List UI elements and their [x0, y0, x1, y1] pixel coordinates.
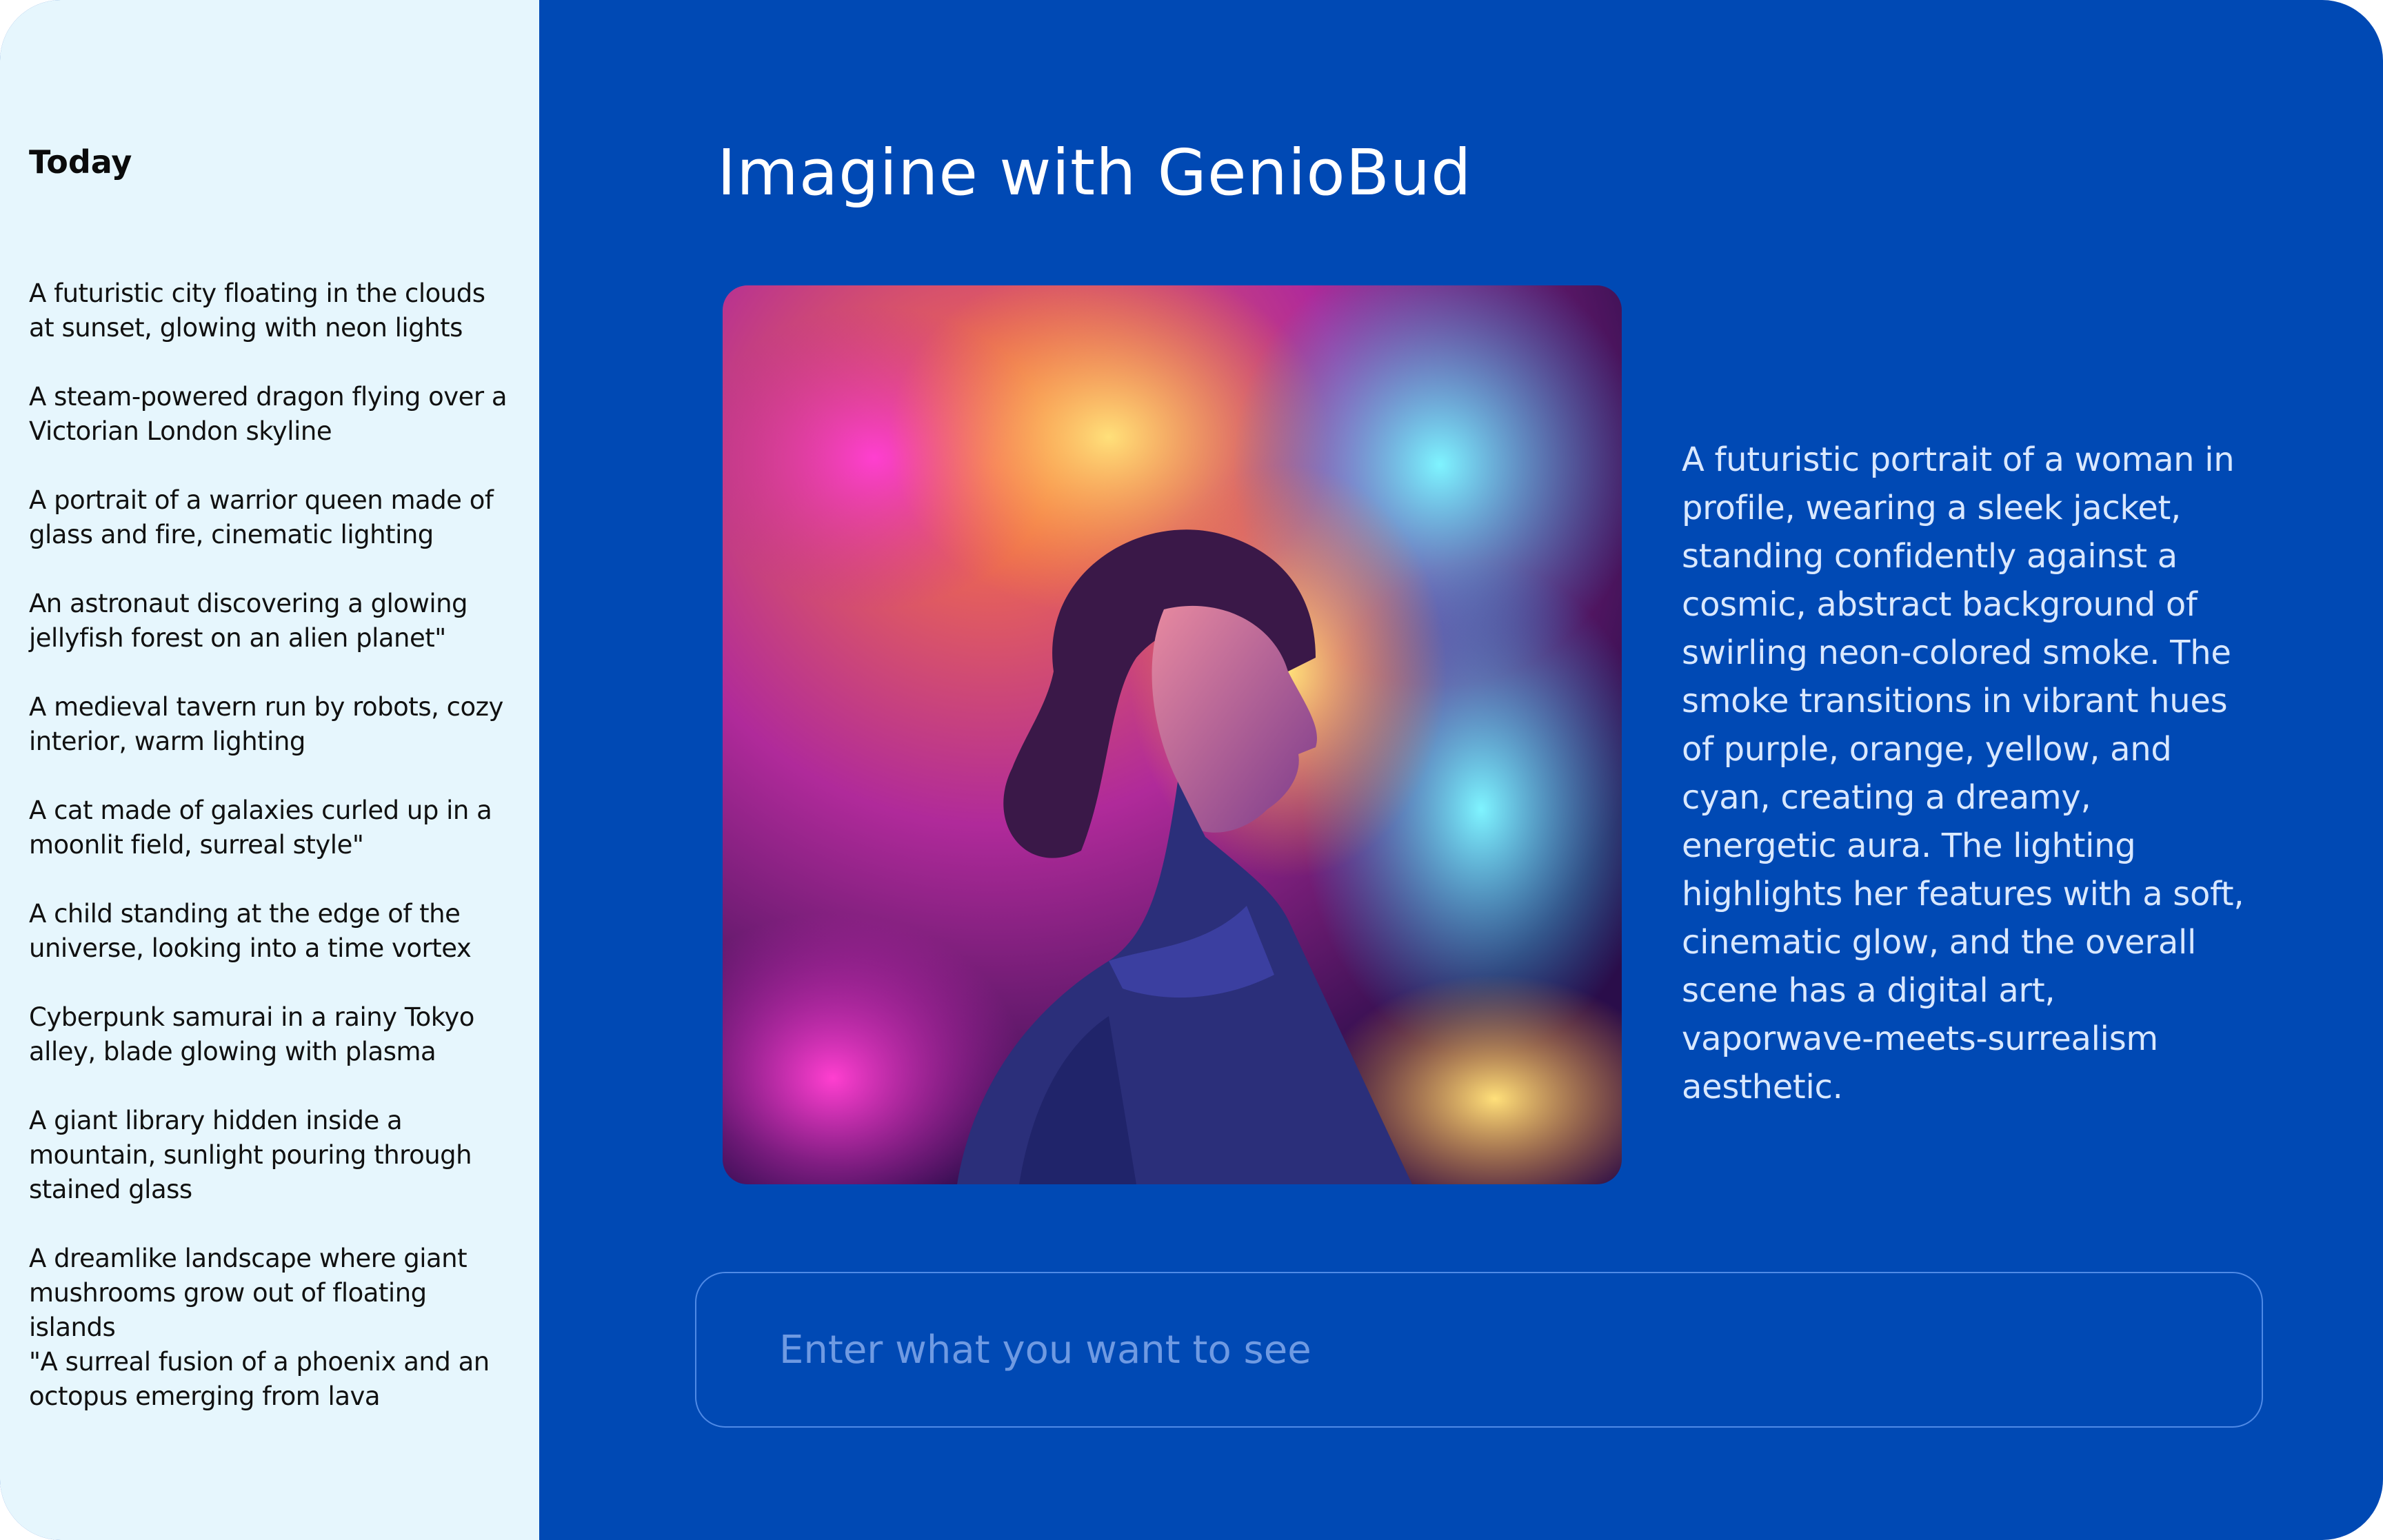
history-item[interactable]: Cyberpunk samurai in a rainy Tokyo alley… [29, 1000, 519, 1069]
image-description: A futuristic portrait of a woman in prof… [1682, 440, 2244, 1106]
portrait-artwork [723, 285, 1622, 1184]
generated-portrait-image[interactable] [723, 285, 1622, 1184]
main-panel: Imagine with GenioBud A futuristic portr… [539, 0, 2383, 1540]
history-item[interactable]: A giant library hidden inside a mountain… [29, 1104, 519, 1207]
history-item[interactable]: A steam-powered dragon flying over a Vic… [29, 380, 519, 449]
history-item[interactable]: An astronaut discovering a glowing jelly… [29, 587, 519, 656]
history-sidebar: Today A futuristic city floating in the … [0, 0, 539, 1540]
page-title: Imagine with GenioBud [717, 136, 1472, 210]
history-item[interactable]: A cat made of galaxies curled up in a mo… [29, 793, 519, 862]
prompt-input[interactable] [778, 1326, 2180, 1373]
history-list: A futuristic city floating in the clouds… [29, 276, 519, 1414]
history-item[interactable]: A medieval tavern run by robots, cozy in… [29, 690, 519, 759]
prompt-box[interactable] [695, 1272, 2263, 1428]
history-item[interactable]: A futuristic city floating in the clouds… [29, 276, 519, 345]
history-item[interactable]: A dreamlike landscape where giant mushro… [29, 1242, 519, 1345]
app-window: Today A futuristic city floating in the … [0, 0, 2383, 1540]
history-item[interactable]: A portrait of a warrior queen made of gl… [29, 483, 519, 552]
history-item[interactable]: A child standing at the edge of the univ… [29, 897, 519, 966]
history-item[interactable]: "A surreal fusion of a phoenix and an oc… [29, 1345, 519, 1414]
sidebar-heading: Today [29, 143, 132, 181]
